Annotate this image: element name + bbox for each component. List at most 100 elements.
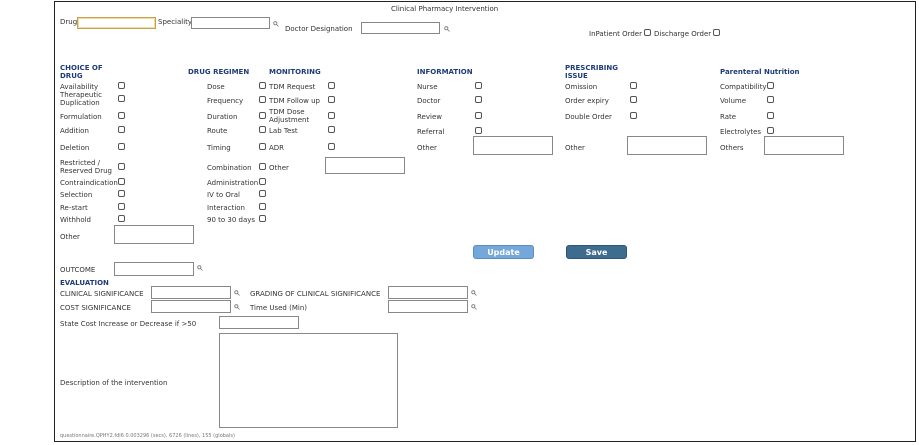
speciality-input[interactable] (191, 17, 270, 29)
parenteral-volume-label: Volume (720, 97, 747, 105)
parenteral-compatibility-label: Compatibility (720, 83, 767, 91)
doctor-designation-label: Doctor Designation (285, 25, 353, 33)
choice-restart-checkbox[interactable] (118, 203, 125, 210)
speciality-search-icon[interactable] (273, 21, 279, 27)
monitoring-tdm-request-checkbox[interactable] (328, 82, 335, 89)
regimen-interaction-label: Interaction (207, 204, 245, 212)
prescribing-omission-checkbox[interactable] (630, 82, 637, 89)
state-cost-label: State Cost Increase or Decrease if >50 (60, 320, 197, 328)
regimen-duration-label: Duration (207, 113, 238, 121)
prescribing-other-input[interactable] (627, 136, 707, 155)
information-doctor-checkbox[interactable] (475, 96, 482, 103)
choice-other-input[interactable] (114, 225, 194, 244)
grading-search-icon[interactable] (471, 290, 477, 296)
prescribing-double-order-checkbox[interactable] (630, 112, 637, 119)
monitoring-tdm-follow-up-checkbox[interactable] (328, 96, 335, 103)
regimen-iv-to-oral-checkbox[interactable] (259, 190, 266, 197)
cost-significance-input[interactable] (151, 300, 231, 313)
regimen-route-label: Route (207, 127, 228, 135)
information-nurse-checkbox[interactable] (475, 82, 482, 89)
regimen-90-to-30-checkbox[interactable] (259, 215, 266, 222)
choice-formulation-checkbox[interactable] (118, 112, 125, 119)
drug-input[interactable] (77, 17, 156, 29)
choice-therapeutic-duplication-checkbox[interactable] (118, 95, 125, 102)
description-textarea[interactable] (219, 333, 398, 428)
time-used-input[interactable] (388, 300, 468, 313)
information-other-input[interactable] (473, 136, 553, 155)
regimen-duration-checkbox[interactable] (259, 112, 266, 119)
regimen-interaction-checkbox[interactable] (259, 203, 266, 210)
information-referral-checkbox[interactable] (475, 127, 482, 134)
parenteral-rate-label: Rate (720, 113, 737, 121)
regimen-combination-checkbox[interactable] (259, 163, 266, 170)
prescribing-order-expiry-checkbox[interactable] (630, 96, 637, 103)
doctor-designation-search-icon[interactable] (444, 26, 450, 32)
save-button[interactable]: Save (566, 245, 627, 259)
debug-footer: questionnaire.QPHY2.fdl6 0.003296 (secs)… (60, 433, 235, 439)
regimen-iv-to-oral-label: IV to Oral (207, 191, 240, 199)
information-header: INFORMATION (417, 68, 473, 76)
choice-availability-checkbox[interactable] (118, 82, 125, 89)
information-review-label: Review (417, 113, 442, 121)
monitoring-tdm-request-label: TDM Request (269, 83, 316, 91)
regimen-frequency-checkbox[interactable] (259, 96, 266, 103)
inpatient-order-checkbox[interactable] (644, 29, 651, 36)
choice-contraindication-checkbox[interactable] (118, 178, 125, 185)
discharge-order-checkbox[interactable] (713, 29, 720, 36)
monitoring-adr-label: ADR (269, 144, 285, 152)
monitoring-tdm-dose-adjustment-label: TDM Dose Adjustment (269, 108, 310, 124)
parenteral-compatibility-checkbox[interactable] (767, 82, 774, 89)
discharge-order-label: Discharge Order (654, 30, 712, 38)
time-used-label: Time Used (Min) (250, 304, 307, 312)
time-used-search-icon[interactable] (471, 304, 477, 310)
regimen-route-checkbox[interactable] (259, 126, 266, 133)
choice-restricted-checkbox[interactable] (118, 163, 125, 170)
prescribing-issue-header: PRESCRIBING ISSUE (565, 64, 619, 80)
cost-significance-label: COST SIGNIFICANCE (60, 304, 131, 312)
regimen-administration-checkbox[interactable] (259, 178, 266, 185)
parenteral-rate-checkbox[interactable] (767, 112, 774, 119)
regimen-timing-checkbox[interactable] (259, 143, 266, 150)
clinical-significance-input[interactable] (151, 286, 231, 299)
monitoring-tdm-follow-up-label: TDM Follow up (269, 97, 320, 105)
information-review-checkbox[interactable] (475, 112, 482, 119)
monitoring-lab-test-checkbox[interactable] (328, 126, 335, 133)
outcome-search-icon[interactable] (197, 265, 203, 271)
choice-withhold-label: Withhold (60, 216, 92, 224)
page-title: Clinical Pharmacy Intervention (391, 5, 499, 13)
drug-regimen-header: DRUG REGIMEN (188, 68, 250, 76)
clinical-significance-search-icon[interactable] (234, 290, 240, 296)
choice-formulation-label: Formulation (60, 113, 102, 121)
prescribing-other-label: Other (565, 144, 585, 152)
choice-deletion-checkbox[interactable] (118, 143, 125, 150)
information-doctor-label: Doctor (417, 97, 441, 105)
choice-other-label: Other (60, 233, 80, 241)
choice-withhold-checkbox[interactable] (118, 215, 125, 222)
parenteral-volume-checkbox[interactable] (767, 96, 774, 103)
clinical-significance-label: CLINICAL SIGNIFICANCE (60, 290, 144, 298)
information-other-label: Other (417, 144, 437, 152)
description-label: Description of the intervention (60, 379, 168, 387)
update-button[interactable]: Update (473, 245, 534, 259)
monitoring-adr-checkbox[interactable] (328, 143, 335, 150)
state-cost-input[interactable] (219, 316, 299, 329)
choice-addition-checkbox[interactable] (118, 126, 125, 133)
evaluation-header: EVALUATION (60, 279, 109, 287)
outcome-input[interactable] (114, 262, 194, 276)
choice-availability-label: Availability (60, 83, 99, 91)
parenteral-electrolytes-checkbox[interactable] (767, 127, 774, 134)
monitoring-tdm-dose-adjustment-checkbox[interactable] (328, 112, 335, 119)
regimen-dose-checkbox[interactable] (259, 82, 266, 89)
regimen-frequency-label: Frequency (207, 97, 244, 105)
regimen-combination-label: Combination (207, 164, 252, 172)
form-panel: Clinical Pharmacy Intervention Drug Spec… (54, 1, 916, 442)
choice-selection-checkbox[interactable] (118, 190, 125, 197)
outcome-label: OUTCOME (60, 266, 96, 274)
choice-contraindication-label: Contraindication (60, 179, 118, 187)
parenteral-others-input[interactable] (764, 136, 844, 155)
doctor-designation-input[interactable] (361, 22, 440, 34)
grading-clinical-significance-label: GRADING OF CLINICAL SIGNIFICANCE (250, 290, 381, 298)
monitoring-other-input[interactable] (325, 157, 405, 174)
cost-significance-search-icon[interactable] (234, 304, 240, 310)
grading-clinical-significance-input[interactable] (388, 286, 468, 299)
